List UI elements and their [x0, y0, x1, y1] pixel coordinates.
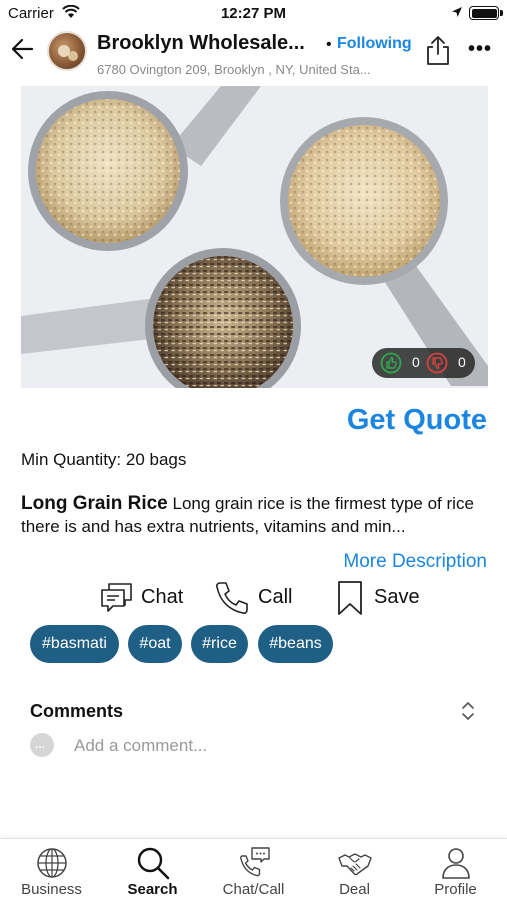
chat-call-icon: [240, 847, 270, 877]
status-time: 12:27 PM: [220, 5, 287, 22]
person-icon: [442, 848, 470, 879]
business-address: 6780 Ovington 209, Brooklyn , NY, United…: [97, 62, 371, 77]
tab-search[interactable]: Search: [102, 839, 203, 900]
product-title: Long Grain Rice: [21, 493, 168, 514]
search-icon: [137, 847, 170, 880]
back-arrow-icon[interactable]: [10, 36, 36, 62]
thumbs-down-icon[interactable]: [426, 352, 448, 374]
like-count: 0: [412, 354, 420, 370]
more-description-link[interactable]: More Description: [343, 551, 487, 573]
product-description-block: Long Grain Rice Long grain rice is the f…: [21, 492, 491, 538]
more-options-icon[interactable]: •••: [468, 38, 492, 61]
tag-chip[interactable]: #oat: [128, 625, 182, 663]
commenter-avatar-text: ...: [35, 737, 46, 751]
handshake-icon: [338, 853, 372, 876]
save-label: Save: [374, 586, 420, 608]
product-image[interactable]: [21, 86, 488, 388]
following-button[interactable]: Following: [337, 35, 412, 53]
tab-deal[interactable]: Deal: [304, 839, 405, 900]
tag-chip[interactable]: #basmati: [30, 625, 119, 663]
battery-icon: [469, 6, 503, 20]
tab-business-label: Business: [21, 881, 82, 898]
expand-collapse-icon[interactable]: [460, 699, 476, 723]
chat-label: Chat: [141, 586, 184, 608]
tab-business[interactable]: Business: [1, 839, 102, 900]
tab-deal-label: Deal: [339, 881, 370, 898]
call-button[interactable]: Call: [214, 580, 292, 616]
status-bar: Carrier 12:27 PM: [0, 0, 507, 28]
commenter-avatar: ...: [30, 733, 54, 757]
tab-chat-call-label: Chat/Call: [222, 881, 285, 898]
tab-profile[interactable]: Profile: [405, 839, 506, 900]
tag-chip[interactable]: #rice: [191, 625, 248, 663]
call-label: Call: [258, 586, 293, 608]
save-button[interactable]: Save: [336, 580, 420, 616]
comments-title: Comments: [30, 701, 124, 721]
business-name[interactable]: Brooklyn Wholesale...: [97, 32, 305, 55]
business-avatar[interactable]: [47, 31, 87, 71]
bookmark-icon: [338, 581, 362, 615]
globe-icon: [37, 848, 67, 878]
thumbs-up-icon[interactable]: [380, 352, 402, 374]
dislike-count: 0: [458, 354, 466, 370]
phone-icon: [215, 582, 248, 615]
follow-separator: •: [326, 36, 332, 53]
comment-input[interactable]: [74, 734, 454, 758]
reaction-counter: 0 0: [372, 348, 475, 378]
chat-button[interactable]: Chat: [99, 580, 183, 616]
measuring-cups-illustration: [21, 86, 488, 388]
tab-chat-call[interactable]: Chat/Call: [203, 839, 304, 900]
chat-icon: [101, 583, 132, 612]
share-icon[interactable]: [425, 34, 451, 66]
min-quantity: Min Quantity: 20 bags: [21, 450, 187, 469]
location-arrow-icon: [452, 7, 462, 17]
business-header: Brooklyn Wholesale... • Following ••• 67…: [0, 28, 507, 86]
tag-chip[interactable]: #beans: [258, 625, 333, 663]
tab-profile-label: Profile: [434, 881, 477, 898]
get-quote-button[interactable]: Get Quote: [347, 404, 487, 437]
bottom-tab-bar: Business Search Chat/Call Deal Profile: [0, 838, 507, 900]
tab-search-label: Search: [127, 881, 178, 898]
